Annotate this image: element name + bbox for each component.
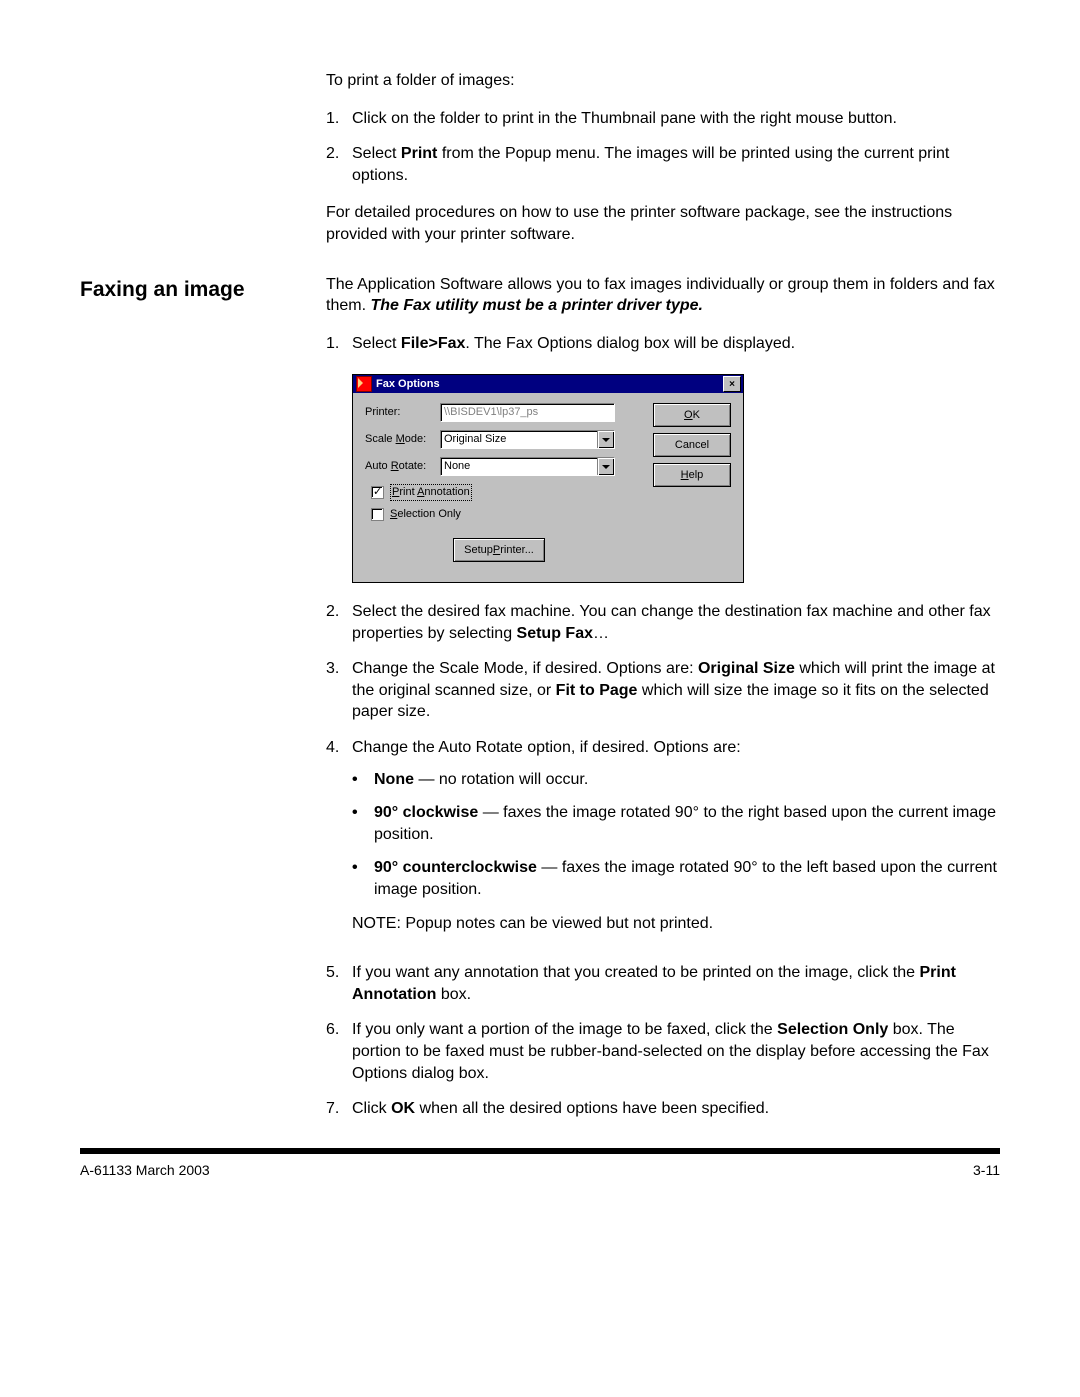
print-annotation-checkbox[interactable]: Print Annotation xyxy=(371,484,639,501)
print-intro: To print a folder of images: xyxy=(326,70,1000,92)
printer-label: Printer: xyxy=(365,405,440,420)
fax-step-6: If you only want a portion of the image … xyxy=(352,1019,1000,1084)
fax-step-4: Change the Auto Rotate option, if desire… xyxy=(352,737,1000,948)
fax-step-5: If you want any annotation that you crea… xyxy=(352,962,1000,1005)
footer-doc-id: A-61133 March 2003 xyxy=(80,1162,210,1178)
checkbox-icon xyxy=(371,486,384,499)
ok-button[interactable]: OK xyxy=(653,403,731,427)
fax-step-7: Click OK when all the desired options ha… xyxy=(352,1098,1000,1120)
document-page: To print a folder of images: 1. Click on… xyxy=(0,0,1080,1397)
fax-options-dialog: Fax Options × Printer: \\BISDEV1\lp37_ps xyxy=(352,374,744,583)
close-icon[interactable]: × xyxy=(723,376,741,392)
print-step-2: Select Print from the Popup menu. The im… xyxy=(352,143,1000,186)
fax-steps: 1. Select File>Fax. The Fax Options dial… xyxy=(326,333,1000,1120)
footer-page-number: 3-11 xyxy=(973,1162,1000,1178)
dialog-title: Fax Options xyxy=(376,377,440,392)
note: NOTE: Popup notes can be viewed but not … xyxy=(352,913,1000,935)
printer-field[interactable]: \\BISDEV1\lp37_ps xyxy=(440,403,615,422)
scale-mode-combo[interactable]: Original Size xyxy=(440,430,615,449)
left-column xyxy=(80,70,298,262)
fax-step-2: Select the desired fax machine. You can … xyxy=(352,601,1000,644)
help-button[interactable]: Help xyxy=(653,463,731,487)
fax-step-3: Change the Scale Mode, if desired. Optio… xyxy=(352,658,1000,723)
print-detail: For detailed procedures on how to use th… xyxy=(326,202,1000,245)
fax-step-1: Select File>Fax. The Fax Options dialog … xyxy=(352,333,1000,355)
app-icon xyxy=(356,376,372,392)
auto-rotate-combo[interactable]: None xyxy=(440,457,615,476)
auto-rotate-label: Auto Rotate: xyxy=(365,459,440,474)
page-footer: A-61133 March 2003 3-11 xyxy=(80,1162,1000,1178)
chevron-down-icon[interactable] xyxy=(597,458,614,475)
dialog-titlebar[interactable]: Fax Options × xyxy=(353,375,743,393)
footer-rule xyxy=(80,1148,1000,1154)
body-column: To print a folder of images: 1. Click on… xyxy=(326,70,1000,262)
selection-only-checkbox[interactable]: Selection Only xyxy=(371,507,639,522)
print-step-1: Click on the folder to print in the Thum… xyxy=(352,108,1000,130)
chevron-down-icon[interactable] xyxy=(597,431,614,448)
print-steps: 1. Click on the folder to print in the T… xyxy=(326,108,1000,187)
cancel-button[interactable]: Cancel xyxy=(653,433,731,457)
fax-intro: The Application Software allows you to f… xyxy=(326,274,1000,317)
setup-printer-button[interactable]: Setup Printer... xyxy=(453,538,545,562)
checkbox-icon xyxy=(371,508,384,521)
scale-mode-label: Scale Mode: xyxy=(365,432,440,447)
section-heading: Faxing an image xyxy=(80,274,298,302)
